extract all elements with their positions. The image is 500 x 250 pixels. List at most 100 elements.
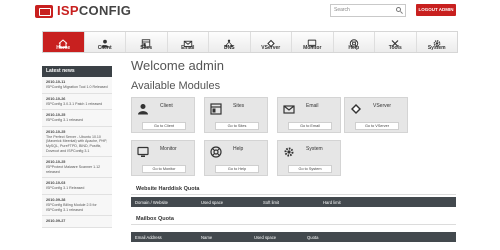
harddisk-quota-title: Website Harddisk Quota [136, 186, 200, 192]
nav-item-sites[interactable]: Sites [126, 32, 168, 52]
divider [131, 194, 456, 195]
news-item[interactable]: 2010-09-28 ISPConfig Billing Module 2.5 f… [42, 194, 112, 217]
ispconfig-logo[interactable]: ISPCONFIG [35, 4, 131, 18]
module-tile-vserver: VServer Go to VServer [344, 97, 408, 133]
email-icon [283, 102, 295, 114]
column-header[interactable]: Quota [307, 235, 318, 240]
module-name: System [306, 146, 323, 152]
module-name: Help [233, 146, 244, 152]
go-to-system-button[interactable]: Go to System [288, 165, 332, 173]
nav-item-system[interactable]: System [417, 32, 458, 52]
sites-icon [210, 102, 222, 115]
nav-item-label: Help [348, 45, 360, 51]
news-title[interactable]: ISPProtect Malware Scanner 1.12 released [46, 165, 108, 174]
home-icon [58, 35, 68, 48]
column-header[interactable]: Hard limit [323, 200, 341, 205]
monitor-icon [307, 35, 317, 48]
nav-item-label: VServer [261, 45, 281, 51]
news-item[interactable]: 2010-10-25 ISPConfig 3.1 released [42, 110, 112, 127]
module-tile-client: Client Go to Client [131, 97, 195, 133]
news-item[interactable]: 2010-10-03 ISPConfig 3.1 Released [42, 178, 112, 195]
search-input[interactable]: Search [330, 4, 406, 17]
nav-item-email[interactable]: Email [168, 32, 209, 52]
search-icon[interactable] [396, 7, 401, 12]
news-title[interactable]: The Perfect Server - Ubuntu 10.10 (Maver… [46, 135, 108, 153]
logo-suffix: CONFIG [78, 3, 132, 18]
news-item[interactable]: 2010-10-26 ISPConfig 3.0.3.1 Patch 1 rele… [42, 93, 112, 111]
nav-item-label: Client [97, 45, 112, 51]
nav-item-label: Sites [140, 45, 153, 51]
nav-item-tools[interactable]: Tools [375, 32, 417, 52]
column-header[interactable]: Email Address [135, 235, 162, 240]
column-header[interactable]: Used space [201, 200, 223, 205]
gear-icon [432, 35, 442, 47]
news-date: 2010-09-27 [46, 219, 66, 224]
nav-item-home[interactable]: Home [43, 32, 85, 52]
nav-item-vserver[interactable]: VServer [251, 32, 292, 52]
nav-item-label: Tools [388, 45, 402, 51]
nav-item-help[interactable]: Help [334, 32, 375, 52]
news-title[interactable]: ISPConfig Migration Tool 1.0 Released [46, 85, 108, 90]
column-header[interactable]: Name [201, 235, 212, 240]
user-icon [100, 35, 110, 48]
nav-item-label: Email [181, 45, 195, 51]
go-to-sites-button[interactable]: Go to Sites [215, 122, 259, 130]
module-tile-email: Email Go to Email [277, 97, 341, 133]
help-icon [349, 35, 359, 48]
news-item[interactable]: 2010-10-25 ISPProtect Malware Scanner 1.1… [42, 157, 112, 179]
sites-icon [141, 35, 151, 48]
monitor-logo-icon [35, 4, 53, 18]
logout-button[interactable]: LOGOUT ADMIN [416, 4, 456, 16]
go-to-email-button[interactable]: Go to Email [288, 122, 332, 130]
email-icon [183, 35, 193, 47]
module-tile-sites: Sites Go to Sites [204, 97, 268, 133]
module-name: Sites [233, 103, 245, 109]
news-title[interactable]: ISPConfig 3.1 released [46, 118, 108, 123]
dns-icon [224, 35, 234, 48]
column-header[interactable]: Domain / Website [135, 200, 168, 205]
mailbox-quota-table-header: Email Address Name Used space Quota [131, 232, 456, 242]
nav-item-label: Home [56, 45, 71, 51]
news-list: 2010-10-11 ISPConfig Migration Tool 1.0 R… [42, 77, 112, 229]
divider [131, 224, 456, 225]
nav-item-monitor[interactable]: Monitor [292, 32, 334, 52]
vserver-icon [350, 102, 362, 114]
main-nav: Home Client Sites Email DNS VServer Monitor Hel… [42, 31, 458, 53]
column-header[interactable]: Used space [254, 235, 276, 240]
column-header[interactable]: Soft limit [263, 200, 279, 205]
module-name: Client [160, 103, 173, 109]
vserver-icon [266, 35, 276, 48]
page-title: Welcome admin [131, 58, 224, 73]
go-to-monitor-button[interactable]: Go to Monitor [142, 165, 186, 173]
news-item[interactable]: 2010-10-11 ISPConfig Migration Tool 1.0 R… [42, 77, 112, 94]
go-to-vserver-button[interactable]: Go to VServer [355, 122, 399, 130]
nav-item-client[interactable]: Client [85, 32, 126, 52]
go-to-client-button[interactable]: Go to Client [142, 122, 186, 130]
header: ISPCONFIG Search LOGOUT ADMIN [0, 0, 500, 26]
nav-item-dns[interactable]: DNS [209, 32, 251, 52]
go-to-help-button[interactable]: Go to Help [215, 165, 259, 173]
user-icon [137, 102, 149, 115]
gear-icon [283, 145, 295, 157]
module-name: Monitor [160, 146, 177, 152]
logo-prefix: ISP [57, 3, 79, 18]
help-icon [210, 145, 222, 158]
news-title[interactable]: ISPConfig Billing Module 2.5 for ISPConf… [46, 203, 108, 212]
news-title[interactable]: ISPConfig 3.0.3.1 Patch 1 released [46, 102, 108, 107]
news-item[interactable]: 2010-10-25 The Perfect Server - Ubuntu 10… [42, 126, 112, 158]
news-item[interactable]: 2010-09-27 [42, 216, 112, 229]
module-name: VServer [373, 103, 392, 109]
module-name: Email [306, 103, 319, 109]
nav-item-label: System [427, 45, 446, 51]
module-tile-system: System Go to System [277, 140, 341, 176]
monitor-icon [137, 145, 149, 157]
harddisk-quota-table-header: Domain / Website Used space Soft limit H… [131, 197, 456, 207]
sidebar: Latest news 2010-10-11 ISPConfig Migratio… [42, 66, 112, 250]
section-heading-available-modules: Available Modules [131, 80, 221, 92]
nav-item-label: DNS [223, 45, 235, 51]
module-tile-help: Help Go to Help [204, 140, 268, 176]
module-tile-monitor: Monitor Go to Monitor [131, 140, 195, 176]
news-title[interactable]: ISPConfig 3.1 Released [46, 186, 108, 191]
mailbox-quota-title: Mailbox Quota [136, 216, 174, 222]
nav-item-label: Monitor [303, 45, 322, 51]
